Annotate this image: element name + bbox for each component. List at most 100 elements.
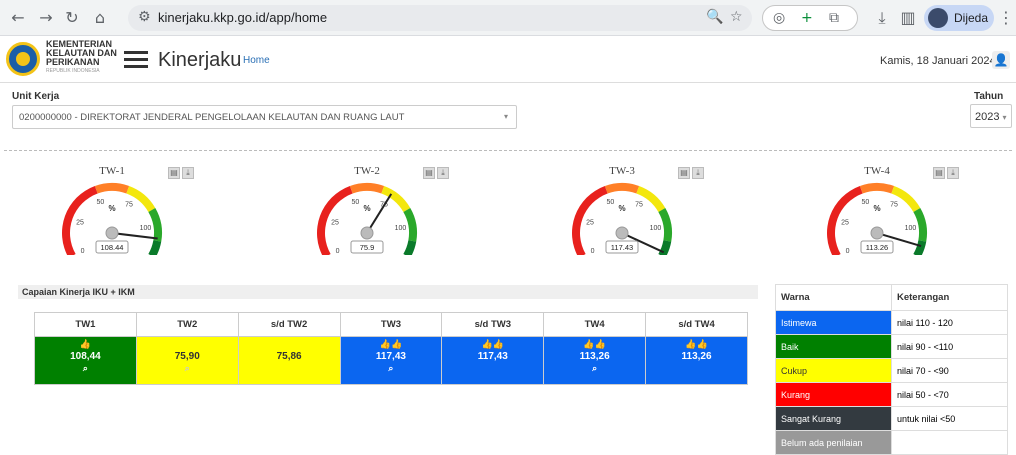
url-text: kinerjaku.kkp.go.id/app/home [158,10,328,25]
gauge-tick-label: 100 [395,225,407,232]
plus-extension-icon[interactable]: + [801,10,813,26]
puzzle-icon[interactable]: ⧉ [829,10,839,26]
search-icon[interactable]: ⌕ [137,364,238,375]
col-header: s/d TW3 [441,312,545,337]
gauge-unit-label: % [618,204,625,213]
legend-row: Cukup nilai 70 - <90 [775,358,1008,383]
ministry-line-3: PERIKANAN [46,57,100,67]
legend-description: nilai 70 - <90 [891,358,1008,383]
gauge-title: TW-3 [609,165,635,177]
ministry-logo[interactable] [6,42,40,76]
menu-kebab-icon[interactable]: ⋮ [996,8,1016,28]
gauge-tick-label: 25 [586,219,594,226]
thumbs-up-icon [239,340,340,351]
gauge-band [349,183,385,194]
capaian-header: Capaian Kinerja IKU + IKM [18,285,758,299]
hamburger-menu-icon[interactable] [124,51,148,69]
legend-color-name: Istimewa [775,310,892,335]
gauge-unit-label: % [108,204,115,213]
back-icon[interactable]: ← [8,8,28,28]
capaian-cell[interactable]: 👍 108,44 ⌕ [34,336,137,385]
capaian-cell[interactable]: 75,90 ⌕ [135,336,239,385]
print-icon[interactable]: ▤ [933,167,945,179]
home-breadcrumb-link[interactable]: Home [243,55,270,66]
legend-table: Warna Keterangan Istimewa nilai 110 - 120… [775,284,1008,455]
capaian-cell[interactable]: 👍👍 113,26 ⌕ [543,336,647,385]
tahun-select[interactable]: 2023 ▾ [970,104,1012,128]
thumbs-up-icon: 👍 [79,340,92,350]
print-icon[interactable]: ▤ [168,167,180,179]
gauge-4: 0 25 50 75 100% TW-4 113.26 [815,160,945,255]
capaian-cell[interactable]: 75,86 [237,336,341,385]
app-header: KEMENTERIAN KELAUTAN DAN PERIKANAN REPUB… [0,37,1016,83]
download-icon[interactable]: ⤓ [947,167,959,179]
gauge-tick-label: 75 [890,202,898,209]
gauge-value-label: 117.43 [611,243,633,252]
capaian-value: 75,90 [174,351,200,362]
ministry-sub: REPUBLIK INDONESIA [46,68,100,74]
download-icon[interactable]: ⤓ [437,167,449,179]
capaian-table: TW1 TW2 s/d TW2 TW3 s/d TW3 TW4 s/d TW4 … [34,312,748,385]
thumbs-up-icon: 👍👍 [685,340,708,350]
legend-description: untuk nilai <50 [891,406,1008,431]
capaian-value: 113,26 [681,351,712,362]
legend-row: Belum ada penilaian [775,430,1008,455]
search-icon[interactable]: ⌕ [35,364,136,375]
gauge-band [148,240,162,255]
print-icon[interactable]: ▤ [423,167,435,179]
print-icon[interactable]: ▤ [678,167,690,179]
gauge-band [658,240,672,255]
address-bar[interactable]: ⚙ kinerjaku.kkp.go.id/app/home 🔍 ☆ [128,5,752,31]
col-header: s/d TW4 [645,312,748,337]
col-header: s/d TW2 [237,312,341,337]
bookmark-star-icon[interactable]: ☆ [730,9,743,25]
gauge-tick-label: 0 [336,248,340,255]
reload-icon[interactable]: ↻ [62,8,82,28]
gauge-tick-label: 50 [861,199,869,206]
gauge-tick-label: 100 [650,225,662,232]
sidepanel-icon[interactable]: ▥ [898,8,918,28]
app-title: Kinerjaku [158,49,242,71]
legend-color-name: Kurang [775,382,892,407]
capaian-value: 75,86 [276,351,302,362]
gauge-unit-label: % [873,204,880,213]
site-info-icon[interactable]: ⚙ [138,9,151,25]
gauge-value-label: 108.44 [101,243,124,252]
camera-icon[interactable]: ◎ [773,10,785,26]
gauge-tools: ▤ ⤓ [168,162,196,179]
user-icon[interactable]: 👤 [992,51,1010,69]
download-icon[interactable]: ⤓ [182,167,194,179]
profile-button[interactable]: Dijeda [924,5,994,31]
download-icon[interactable]: ⤓ [692,167,704,179]
download-icon[interactable]: ⤓ [872,8,892,28]
search-icon[interactable]: ⌕ [544,364,645,375]
gauge-tools: ▤ ⤓ [933,162,961,179]
ministry-name: KEMENTERIAN KELAUTAN DAN PERIKANAN REPUB… [46,40,117,75]
capaian-value: 108,44 [70,351,101,362]
gauge-tick-label: 50 [606,199,614,206]
gauge-tick-label: 0 [846,248,850,255]
gauge-2: 0255075100%TW-275.9 [305,160,435,255]
legend-row: Baik nilai 90 - <110 [775,334,1008,359]
gauge-band [604,183,640,194]
tahun-label: Tahun [974,91,1004,102]
capaian-cell[interactable]: 👍👍 117,43 [441,336,545,385]
capaian-cell[interactable]: 👍👍 113,26 [645,336,748,385]
search-icon[interactable]: ⌕ [341,364,442,375]
home-icon[interactable]: ⌂ [90,8,110,28]
legend-color-name: Cukup [775,358,892,383]
forward-icon[interactable]: → [36,8,56,28]
capaian-cell[interactable]: 👍👍 117,43 ⌕ [339,336,443,385]
col-header: TW1 [34,312,137,337]
legend-description: nilai 50 - <70 [891,382,1008,407]
legend-color-name: Baik [775,334,892,359]
thumbs-up-icon: 👍👍 [583,340,606,350]
gauge-tick-label: 50 [351,199,359,206]
gauge-hub [360,226,374,240]
zoom-icon[interactable]: 🔍 [706,9,723,25]
legend-description: nilai 90 - <110 [891,334,1008,359]
legend-col-warna: Warna [775,284,892,311]
legend-description: nilai 110 - 120 [891,310,1008,335]
capaian-value: 117,43 [477,351,508,362]
unit-kerja-select[interactable]: 0200000000 - DIREKTORAT JENDERAL PENGELO… [12,105,517,129]
